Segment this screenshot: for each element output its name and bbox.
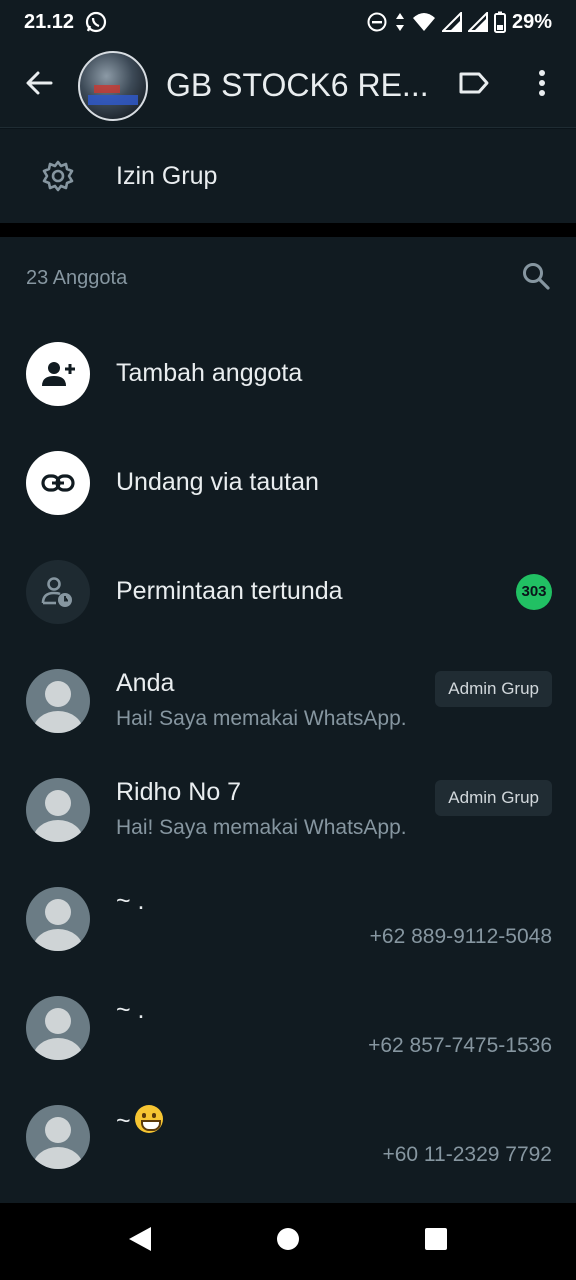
member-row[interactable]: ~ +60 11-2329 7792 [0,1082,576,1191]
battery-level: 29% [511,10,552,33]
avatar [26,995,90,1060]
app-actions [440,44,576,128]
member-info: ~ +60 11-2329 7792 [116,1097,552,1177]
invite-link-label: Undang via tautan [116,468,319,496]
search-icon [521,261,551,296]
dnd-icon [366,11,388,33]
signal-icon [441,12,462,32]
member-name: Anda [116,668,175,697]
member-info: Ridho No 7 Admin Grup Hai! Saya memakai … [116,770,552,850]
group-title[interactable]: GB STOCK6 RE... [166,67,436,104]
pending-requests-row[interactable]: Permintaan tertunda 303 [0,537,576,646]
section-divider [0,223,576,237]
pending-count-badge: 303 [516,573,552,610]
member-phone: +62 857-7475-1536 [368,1033,552,1057]
member-name-wrap: ~ [116,1104,163,1136]
signal-icon [467,12,488,32]
member-phone: +60 11-2329 7792 [382,1142,552,1166]
nav-recents-button[interactable] [416,1222,456,1262]
status-icons: 29% [366,11,552,34]
nav-back-button[interactable] [120,1222,160,1262]
admin-badge: Admin Grup [435,779,552,816]
avatar-decoration [94,84,120,93]
avatar [26,668,90,733]
search-members-button[interactable] [516,258,556,298]
whatsapp-icon [84,10,108,34]
status-time: 21.12 [24,10,75,33]
member-row[interactable]: ~ . +62 857-7475-1536 [0,973,576,1082]
label-button[interactable] [440,44,508,128]
add-person-icon [26,341,90,406]
grinning-face-emoji [134,1104,163,1133]
group-permissions-row[interactable]: Izin Grup [0,129,576,223]
avatar [26,777,90,842]
invite-link-row[interactable]: Undang via tautan [0,428,576,537]
member-phone: +62 889-9112-5048 [369,924,552,948]
add-member-row[interactable]: Tambah anggota [0,319,576,428]
more-vert-icon [538,69,546,102]
member-row[interactable]: ~ . +62 889-9112-5048 [0,864,576,973]
members-section: 23 Anggota Tambah anggota Undang via tau… [0,237,576,1203]
home-circle-icon [276,1227,300,1256]
pending-requests-label: Permintaan tertunda [116,577,343,605]
back-button[interactable] [0,44,78,128]
system-nav-bar [0,1203,576,1280]
app-bar: GB STOCK6 RE... [0,44,576,128]
recents-square-icon [424,1227,448,1256]
group-avatar[interactable] [78,50,148,121]
member-row[interactable]: Ridho No 7 Admin Grup Hai! Saya memakai … [0,755,576,864]
data-arrows-icon [394,11,406,33]
link-icon [26,450,90,515]
avatar [26,1104,90,1169]
member-info: Anda Admin Grup Hai! Saya memakai WhatsA… [116,661,552,741]
member-status: Hai! Saya memakai WhatsApp. [116,815,407,839]
gear-icon [0,159,116,193]
label-icon [458,71,490,100]
battery-icon [493,11,506,33]
member-row[interactable]: Anda Admin Grup Hai! Saya memakai WhatsA… [0,646,576,755]
members-count: 23 Anggota [26,266,128,289]
member-info: ~ . +62 889-9112-5048 [116,879,552,959]
back-arrow-icon [24,68,54,103]
add-member-label: Tambah anggota [116,359,303,387]
avatar-decoration [88,94,138,105]
member-name: ~ . [116,886,145,915]
member-status: Hai! Saya memakai WhatsApp. [116,706,407,730]
member-name: Ridho No 7 [116,777,242,806]
group-permissions-label: Izin Grup [116,161,218,190]
member-name: ~ . [116,995,145,1024]
more-options-button[interactable] [508,44,576,128]
members-header: 23 Anggota [0,237,576,319]
pending-person-clock-icon [26,559,90,624]
member-name: ~ [116,1106,131,1135]
status-bar: 21.12 29% [0,0,576,44]
member-info: ~ . +62 857-7475-1536 [116,988,552,1068]
admin-badge: Admin Grup [435,670,552,707]
avatar [26,886,90,951]
wifi-icon [412,11,436,33]
nav-home-button[interactable] [268,1222,308,1262]
back-triangle-icon [127,1225,153,1258]
